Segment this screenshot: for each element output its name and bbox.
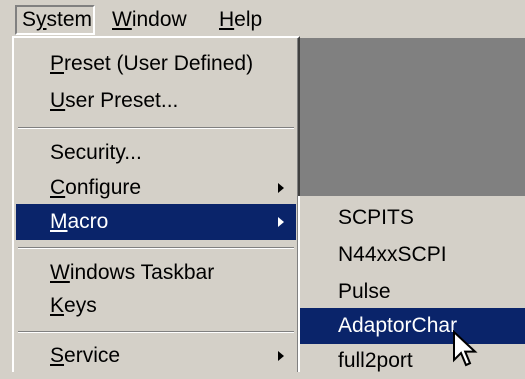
submenu-item-label: SCPITS <box>338 206 414 229</box>
submenu-item-label: N44xxSCPI <box>338 243 447 266</box>
menu-item-preset-label: reset (User Defined) <box>64 52 254 75</box>
menu-item-keys-label: eys <box>64 294 97 317</box>
menubar-system[interactable]: System <box>15 5 95 35</box>
menubar-system-accel: y <box>36 8 47 31</box>
menu-item-service[interactable]: Service <box>16 338 296 374</box>
submenu-item-adaptorchar[interactable]: AdaptorChar <box>300 308 525 344</box>
menubar-window[interactable]: Window <box>106 6 193 34</box>
menu-item-security-label: Security... <box>50 141 142 164</box>
menu-separator <box>18 331 294 333</box>
menu-item-keys-accel: K <box>50 294 65 317</box>
menu-item-user-preset-label: ser Preset... <box>65 89 179 112</box>
submenu-item-full2port[interactable]: full2port <box>300 343 525 379</box>
menubar-window-label: indow <box>131 8 187 31</box>
menu-bar: System Window Help <box>0 0 525 38</box>
submenu-item-n44xxscpi[interactable]: N44xxSCPI <box>300 237 525 273</box>
menu-item-configure-accel: C <box>50 176 66 199</box>
menu-item-windows-taskbar-accel: W <box>50 261 70 284</box>
menubar-window-accel: W <box>112 8 132 31</box>
menu-separator <box>18 127 294 129</box>
menubar-help-label: elp <box>234 8 263 31</box>
menu-item-configure-label: onfigure <box>65 176 142 199</box>
menu-item-service-label: ervice <box>64 344 121 367</box>
menu-item-preset-accel: P <box>50 52 65 75</box>
menu-separator <box>18 247 294 249</box>
menu-item-macro-label: acro <box>67 210 109 233</box>
menu-item-user-preset[interactable]: User Preset... <box>16 83 296 119</box>
submenu-item-scpits[interactable]: SCPITS <box>300 200 525 236</box>
submenu-arrow-icon <box>278 217 284 227</box>
system-menu: Preset (User Defined) User Preset... Sec… <box>12 36 300 372</box>
menu-item-windows-taskbar[interactable]: Windows Taskbar <box>16 255 296 291</box>
menubar-system-label: S <box>22 8 37 31</box>
menubar-system-label-rest: stem <box>46 8 93 31</box>
menu-item-preset[interactable]: Preset (User Defined) <box>16 46 296 82</box>
menu-item-service-accel: S <box>50 344 65 367</box>
menubar-help-accel: H <box>219 8 235 31</box>
macro-submenu: SCPITS N44xxSCPI Pulse AdaptorChar full2… <box>298 196 525 372</box>
menu-item-macro[interactable]: Macro <box>16 204 296 240</box>
workspace-area <box>298 38 525 196</box>
menu-item-windows-taskbar-label: indows Taskbar <box>69 261 215 284</box>
menu-item-security[interactable]: Security... <box>16 135 296 171</box>
menu-item-keys[interactable]: Keys <box>16 288 296 324</box>
mouse-pointer-icon <box>452 329 480 374</box>
submenu-item-pulse[interactable]: Pulse <box>300 274 525 310</box>
menu-item-user-preset-accel: U <box>50 89 66 112</box>
menu-item-macro-accel: M <box>50 210 68 233</box>
menu-item-configure[interactable]: Configure <box>16 170 296 206</box>
submenu-arrow-icon <box>278 351 284 361</box>
submenu-item-label: full2port <box>338 349 413 372</box>
submenu-item-label: AdaptorChar <box>338 314 458 337</box>
submenu-arrow-icon <box>278 183 284 193</box>
menubar-help[interactable]: Help <box>213 6 268 34</box>
submenu-item-label: Pulse <box>338 280 391 303</box>
